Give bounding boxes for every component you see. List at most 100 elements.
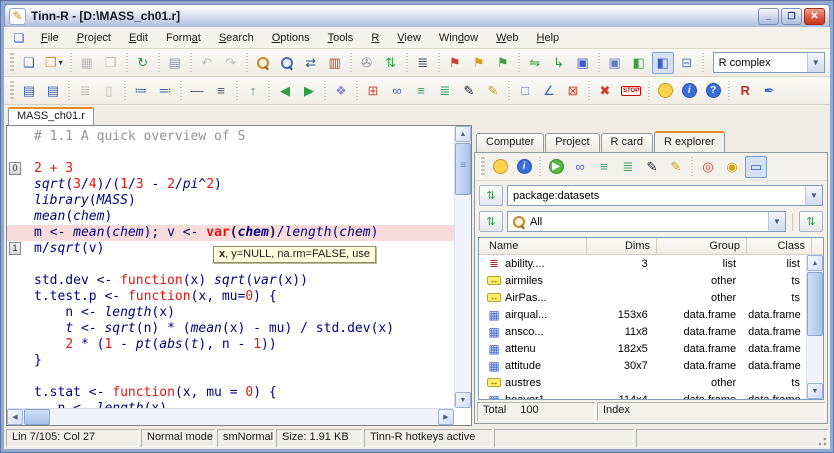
tab-project[interactable]: Project: [545, 133, 599, 152]
rectangle-icon[interactable]: □: [514, 80, 536, 102]
pen-black-icon[interactable]: ✎: [458, 80, 480, 102]
layout-left-icon[interactable]: ◧: [652, 52, 674, 74]
column-header-class[interactable]: Class: [747, 238, 812, 254]
menu-options[interactable]: Options: [263, 29, 319, 47]
vscroll-thumb[interactable]: [455, 143, 471, 195]
multi-line-icon[interactable]: ≡: [210, 80, 232, 102]
target-yellow-icon[interactable]: ◉: [721, 156, 743, 178]
wordwrap-icon[interactable]: ≣: [412, 52, 434, 74]
code-line[interactable]: t.stat <- function(x, mu = 0) {: [7, 385, 454, 401]
code-line[interactable]: [7, 145, 454, 161]
tab-r-card[interactable]: R card: [601, 133, 653, 152]
menu-help[interactable]: Help: [528, 29, 569, 47]
chevron-down-icon[interactable]: ▼: [805, 186, 822, 205]
list-objects-icon[interactable]: ≡: [410, 80, 432, 102]
table-row[interactable]: ↔AirPas...otherts: [479, 289, 806, 306]
remove-graph-icon[interactable]: ∠: [538, 80, 560, 102]
send-to-r-icon[interactable]: ▣: [604, 52, 626, 74]
tag-icon[interactable]: ❖: [330, 80, 352, 102]
code-line[interactable]: 02 + 3: [7, 161, 454, 177]
line-numbers-icon[interactable]: ≔: [130, 80, 152, 102]
toolbar-grip[interactable]: [480, 157, 485, 177]
tab-computer[interactable]: Computer: [476, 133, 544, 152]
info-icon[interactable]: i: [678, 80, 700, 102]
scroll-down-icon[interactable]: ▼: [807, 383, 823, 399]
scroll-right-icon[interactable]: ▶: [438, 409, 454, 425]
code-line[interactable]: # 1.1 A quick overview of S: [7, 129, 454, 145]
refresh-list-button[interactable]: ⇅: [799, 211, 823, 232]
hscroll-thumb[interactable]: [24, 409, 50, 425]
filter-combobox[interactable]: All ▼: [507, 211, 786, 232]
menu-format[interactable]: Format: [157, 29, 210, 47]
gutter-marker[interactable]: 1: [9, 242, 21, 255]
attach-icon[interactable]: ✇: [356, 52, 378, 74]
pen-yellow-icon[interactable]: ✎: [665, 156, 687, 178]
menu-search[interactable]: Search: [210, 29, 263, 47]
help-icon[interactable]: ?: [702, 80, 724, 102]
package-combobox[interactable]: package:datasets ▼: [507, 185, 823, 206]
return-focus-icon[interactable]: ◧: [628, 52, 650, 74]
code-line[interactable]: n <- length(x): [7, 305, 454, 321]
menu-file[interactable]: File: [32, 29, 68, 47]
menu-window[interactable]: Window: [430, 29, 487, 47]
options-squares-icon[interactable]: ⊞: [362, 80, 384, 102]
vscroll-thumb[interactable]: [807, 272, 823, 336]
replace-icon[interactable]: ⇄: [300, 52, 322, 74]
refresh-package-button[interactable]: ⇅: [479, 185, 503, 206]
menu-project[interactable]: Project: [68, 29, 120, 47]
column-header-group[interactable]: Group: [657, 238, 747, 254]
pen-blue-icon[interactable]: ✒: [758, 80, 780, 102]
table-row[interactable]: ↔austresotherts: [479, 374, 806, 391]
print-icon[interactable]: ▤: [164, 52, 186, 74]
bulb-icon[interactable]: [654, 80, 676, 102]
tab-mass-ch01[interactable]: MASS_ch01.r: [8, 107, 94, 125]
r-mode-combobox[interactable]: R complex ▼: [713, 52, 825, 73]
menu-r[interactable]: R: [362, 29, 388, 47]
code-line[interactable]: std.dev <- function(x) sqrt(var(x)): [7, 273, 454, 289]
close-button[interactable]: ✕: [804, 8, 825, 25]
column-header-dims[interactable]: Dims: [587, 238, 657, 254]
prev-marker-icon[interactable]: ◀: [274, 80, 296, 102]
editor-vscrollbar[interactable]: ▲ ▼: [454, 126, 471, 408]
bulb-icon[interactable]: [489, 156, 511, 178]
scroll-down-icon[interactable]: ▼: [455, 392, 471, 408]
code-line[interactable]: n <- length(x): [7, 401, 454, 408]
goto-line-icon[interactable]: ▥: [324, 52, 346, 74]
line-numbers-alt-icon[interactable]: ≕: [154, 80, 176, 102]
column-header-name[interactable]: Name: [479, 238, 587, 254]
document-icon[interactable]: ❏: [10, 31, 28, 45]
flag-red-icon[interactable]: ⚑: [444, 52, 466, 74]
pen-yellow-icon[interactable]: ✎: [482, 80, 504, 102]
list-objects-alt-icon[interactable]: ≣: [434, 80, 456, 102]
editor[interactable]: # 1.1 A quick overview of S02 + 3sqrt(3/…: [6, 125, 472, 426]
flag-green-icon[interactable]: ⚑: [492, 52, 514, 74]
code-line[interactable]: m <- mean(chem); v <- var(chem)/length(c…: [7, 225, 454, 241]
table-row[interactable]: ▦attenu182x5data.framedata.frame: [479, 340, 806, 357]
scroll-left-icon[interactable]: ◀: [7, 409, 23, 425]
menu-view[interactable]: View: [388, 29, 430, 47]
search-in-file-icon[interactable]: [276, 52, 298, 74]
editor-hscrollbar[interactable]: ◀ ▶: [7, 408, 454, 425]
remove-objects-icon[interactable]: ⊠: [562, 80, 584, 102]
target-red-icon[interactable]: ◎: [697, 156, 719, 178]
goto-marker-icon[interactable]: ↳: [548, 52, 570, 74]
maximize-button[interactable]: ❐: [781, 8, 802, 25]
spectacles-icon[interactable]: ∞: [569, 156, 591, 178]
code-line[interactable]: 2 * (1 - pt(abs(t), n - 1)): [7, 337, 454, 353]
table-row[interactable]: ▦ansco...11x8data.framedata.frame: [479, 323, 806, 340]
spectacles-icon[interactable]: ∞: [386, 80, 408, 102]
ruler-icon[interactable]: ▭: [745, 156, 767, 178]
list-objects-icon[interactable]: ≡: [593, 156, 615, 178]
table-vscrollbar[interactable]: ▲ ▼: [806, 255, 823, 399]
table-row[interactable]: ≣ability....3listlist: [479, 255, 806, 272]
menu-tools[interactable]: Tools: [319, 29, 363, 47]
sync-icon[interactable]: ⇅: [380, 52, 402, 74]
title-bar[interactable]: ✎ Tinn-R - [D:\MASS_ch01.r] _ ❐ ✕: [4, 4, 830, 27]
code-line[interactable]: t.test.p <- function(x, mu=0) {: [7, 289, 454, 305]
toolbar-grip[interactable]: [9, 81, 14, 101]
next-marker-icon[interactable]: ▶: [298, 80, 320, 102]
chevron-down-icon[interactable]: ▼: [807, 53, 824, 72]
flag-yellow-icon[interactable]: ⚑: [468, 52, 490, 74]
layout-bottom-icon[interactable]: ⊟: [676, 52, 698, 74]
open-file-icon[interactable]: ❒▾: [42, 52, 66, 74]
